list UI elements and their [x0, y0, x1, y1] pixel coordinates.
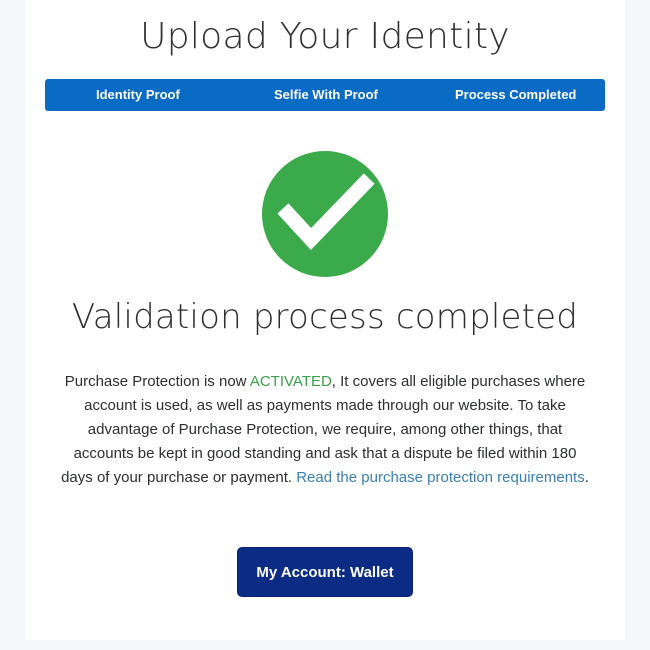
- step-identity-proof: Identity Proof: [96, 87, 180, 102]
- activated-status: ACTIVATED: [249, 373, 332, 390]
- my-account-wallet-button[interactable]: My Account: Wallet: [237, 547, 413, 597]
- message-end: .: [584, 469, 589, 486]
- progress-steps-bar: Identity Proof Selfie With Proof Process…: [45, 79, 605, 111]
- protection-message: Purchase Protection is now ACTIVATED, It…: [59, 370, 591, 490]
- step-selfie-with-proof: Selfie With Proof: [274, 87, 378, 102]
- status-heading: Validation process completed: [71, 297, 579, 337]
- page-card: Upload Your Identity Identity Proof Self…: [25, 0, 625, 640]
- requirements-link[interactable]: Read the purchase protection requirement…: [296, 469, 585, 486]
- page-title: Upload Your Identity: [140, 16, 510, 57]
- step-process-completed: Process Completed: [455, 87, 577, 102]
- message-text-1: Purchase Protection is now: [64, 373, 250, 390]
- check-circle-icon: [262, 151, 388, 277]
